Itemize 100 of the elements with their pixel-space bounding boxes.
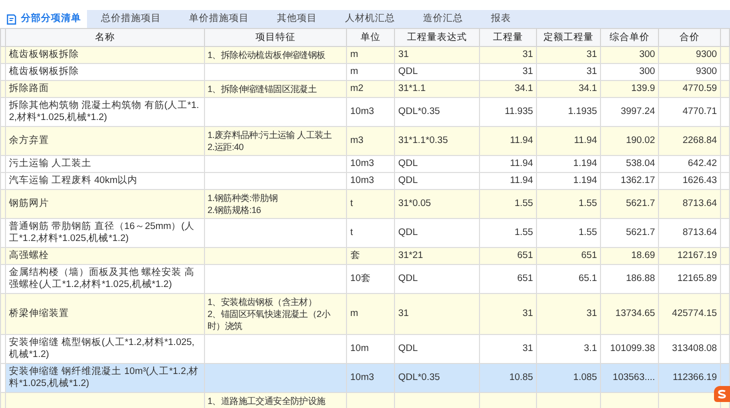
quantity-cell-text: 1.55 <box>514 227 534 239</box>
table-row[interactable]: 汽车运输 工程废料 40km以内 10m3 QDL 11.94 1.194 1362.17 1626.43 <box>0 172 730 190</box>
unit-cell-text: 套 <box>350 250 362 262</box>
total-price-cell-text: 642.42 <box>686 158 717 170</box>
table-row[interactable]: 1、道路施工交通安全防护设施 <box>0 392 730 408</box>
column-header[interactable]: 项目特征 <box>204 28 347 46</box>
unit-cell-text: 10m3 <box>350 158 376 170</box>
unit-cell-text: m2 <box>350 83 364 95</box>
table-row[interactable]: 拆除其他构筑物 混凝土构筑物 有筋(人工*1.2,材料*1.025,机械*1.2) 10m3 QDL*0.35 11.935 1.1935 3997.24 4770.71 <box>0 98 730 126</box>
quantity-cell-text: 1.55 <box>514 198 534 210</box>
total-price-cell-text: 4770.71 <box>682 106 717 118</box>
table-row[interactable]: 梳齿板钢板拆除 1、拆除松动梳齿板伸缩缝钢板 m 31 31 31 300 9300 <box>0 46 730 64</box>
unit-cell-text: 10m3 <box>350 106 376 118</box>
unit-cell-text: m <box>350 49 360 61</box>
tab[interactable]: 报表 <box>477 10 525 28</box>
unit-cell-text: 10m3 <box>350 372 376 384</box>
name-cell-text: 梳齿板钢板拆除 <box>8 49 80 61</box>
expression-cell-text: 31 <box>398 49 410 61</box>
expression-cell-text: 31 <box>398 308 410 320</box>
total-price-cell-text: 9300 <box>694 49 717 61</box>
feature-cell-text: 1、拆除伸缩缝锚固区混凝土 <box>208 83 318 95</box>
tab[interactable]: 人材机汇总 <box>331 10 409 28</box>
total-price-cell-text: 4770.59 <box>682 83 717 95</box>
quantity-cell-text: 651 <box>516 273 534 285</box>
document-icon <box>6 14 17 24</box>
unit-price-cell-text: 18.69 <box>630 250 656 262</box>
tab[interactable]: 单价措施项目 <box>175 10 263 28</box>
name-cell-text: 高强螺栓 <box>8 250 50 262</box>
table-row[interactable]: 高强螺栓 套 31*21 651 651 18.69 12167.19 <box>0 248 730 264</box>
quota-quantity-cell-text: 31 <box>586 66 598 78</box>
unit-price-cell-text: 3997.24 <box>620 106 656 118</box>
expression-cell-text: QDL <box>398 227 419 239</box>
feature-cell-text: 1、道路施工交通安全防护设施 <box>208 395 326 407</box>
quota-quantity-cell-text: 1.55 <box>578 198 598 210</box>
expression-cell-text: 31*1.1*0.35 <box>398 135 449 147</box>
expression-cell-text: 31*1.1 <box>398 83 427 95</box>
name-cell-text: 金属结构楼（墙）面板及其他 螺栓安装 高强螺栓(人工*1.2,材料*1.025,机械*1.2) <box>8 267 196 291</box>
column-header[interactable]: 名称 <box>5 28 204 46</box>
quota-quantity-cell-text: 1.1935 <box>567 106 598 118</box>
name-cell-text: 安装伸缩缝 梳型钢板(人工*1.2,材料*1.025,机械*1.2) <box>8 337 196 361</box>
unit-price-cell-text: 1362.17 <box>620 175 656 187</box>
name-cell-text: 污土运输 人工装土 <box>8 158 93 170</box>
table-row[interactable]: 金属结构楼（墙）面板及其他 螺栓安装 高强螺栓(人工*1.2,材料*1.025,机械*1.2) 10套 QDL 651 65.1 186.88 12165.89 <box>0 264 730 294</box>
unit-cell-text: m <box>350 308 360 320</box>
table-row[interactable]: 普通钢筋 带肋钢筋 直径（16～25mm）(人工*1.2,材料*1.025,机械*1.2) t QDL 1.55 1.55 5621.7 8713.64 <box>0 218 730 248</box>
unit-price-cell-text: 5621.7 <box>624 227 656 239</box>
unit-price-cell-text: 5621.7 <box>624 198 656 210</box>
quota-quantity-cell-text: 1.194 <box>572 175 598 187</box>
table-row[interactable]: 余方弃置 1.废弃料品种:污土运输 人工装土 2.运距:40 m3 31*1.1*0.35 11.94 11.94 190.02 2268.84 <box>0 126 730 156</box>
quota-quantity-cell-text: 11.94 <box>573 135 598 147</box>
total-price-cell-text: 8713.64 <box>682 227 717 239</box>
unit-price-cell-text: 101099.38 <box>609 343 656 355</box>
quantity-cell-text: 11.94 <box>509 175 534 187</box>
quota-quantity-cell-text: 3.1 <box>582 343 598 355</box>
total-price-cell-text: 12167.19 <box>676 250 717 262</box>
quantity-cell-text: 34.1 <box>514 83 534 95</box>
quota-quantity-cell-text: 65.1 <box>578 273 598 285</box>
quantity-cell-text: 11.94 <box>509 158 534 170</box>
unit-cell-text: t <box>350 227 354 239</box>
name-cell-text: 拆除路面 <box>8 83 50 95</box>
expression-cell-text: QDL <box>398 175 419 187</box>
table-row[interactable]: 拆除路面 1、拆除伸缩缝锚固区混凝土 m2 31*1.1 34.1 34.1 139.9 4770.59 <box>0 80 730 98</box>
unit-cell-text: 10套 <box>350 273 372 285</box>
expression-cell-text: QDL <box>398 66 419 78</box>
expression-cell-text: QDL*0.35 <box>398 106 441 118</box>
table-row[interactable]: 安装伸缩缝 梳型钢板(人工*1.2,材料*1.025,机械*1.2) 10m QDL 31 3.1 101099.38 313408.08 <box>0 334 730 364</box>
ime-icon[interactable] <box>714 386 730 402</box>
total-price-cell-text: 9300 <box>694 66 717 78</box>
name-cell-text: 梳齿板钢板拆除 <box>8 66 80 78</box>
unit-cell-text: m <box>350 66 360 78</box>
table-row[interactable]: 梳齿板钢板拆除 m QDL 31 31 300 9300 <box>0 64 730 80</box>
total-price-cell-text: 2268.84 <box>682 135 717 147</box>
table-row[interactable]: 污土运输 人工装土 10m3 QDL 11.94 1.194 538.04 642.42 <box>0 156 730 172</box>
table-row[interactable]: 钢筋网片 1.钢筋种类:带肋钢 2.钢筋规格:16 t 31*0.05 1.55 1.55 5621.7 8713.64 <box>0 190 730 218</box>
quota-quantity-cell-text: 1.194 <box>572 158 598 170</box>
total-price-cell-text: 1626.43 <box>682 175 717 187</box>
unit-price-cell-text: 190.02 <box>624 135 656 147</box>
tab[interactable]: 总价措施项目 <box>87 10 175 28</box>
quantity-cell-text: 11.935 <box>504 106 534 118</box>
total-price-cell-text: 8713.64 <box>682 198 717 210</box>
expression-cell-text: 31*0.05 <box>398 198 432 210</box>
quota-quantity-cell-text: 31 <box>586 308 598 320</box>
tab[interactable]: 分部分项清单 <box>0 10 87 28</box>
total-price-cell-text: 12165.89 <box>676 273 717 285</box>
tab[interactable]: 造价汇总 <box>409 10 477 28</box>
name-cell-text: 钢筋网片 <box>8 198 50 210</box>
table-row[interactable]: 安装伸缩缝 钢纤维混凝土 10m³(人工*1.2,材料*1.025,机械*1.2) 10m3 QDL*0.35 10.85 1.085 103563.... 112366.19 <box>0 364 730 392</box>
column-header[interactable]: 工程量表达式 <box>394 28 480 46</box>
unit-cell-text: t <box>350 198 354 210</box>
tab[interactable]: 其他项目 <box>263 10 331 28</box>
expression-cell-text: QDL <box>398 158 419 170</box>
name-cell-text: 汽车运输 工程废料 40km以内 <box>8 175 138 187</box>
expression-cell-text: QDL <box>398 273 419 285</box>
unit-price-cell-text: 186.88 <box>624 273 656 285</box>
feature-cell-text: 1、安装梳齿钢板（含主材） 2、锚固区环氧快速混凝土（2小时）浇筑 <box>208 296 332 332</box>
quantity-cell-text: 11.94 <box>509 135 534 147</box>
total-price-cell-text: 425774.15 <box>671 308 717 320</box>
quantity-cell-text: 10.85 <box>508 372 534 384</box>
table-row[interactable]: 桥梁伸缩装置 1、安装梳齿钢板（含主材） 2、锚固区环氧快速混凝土（2小时）浇筑 m 31 31 31 13734.65 425774.15 <box>0 294 730 334</box>
unit-price-cell-text: 300 <box>638 49 656 61</box>
